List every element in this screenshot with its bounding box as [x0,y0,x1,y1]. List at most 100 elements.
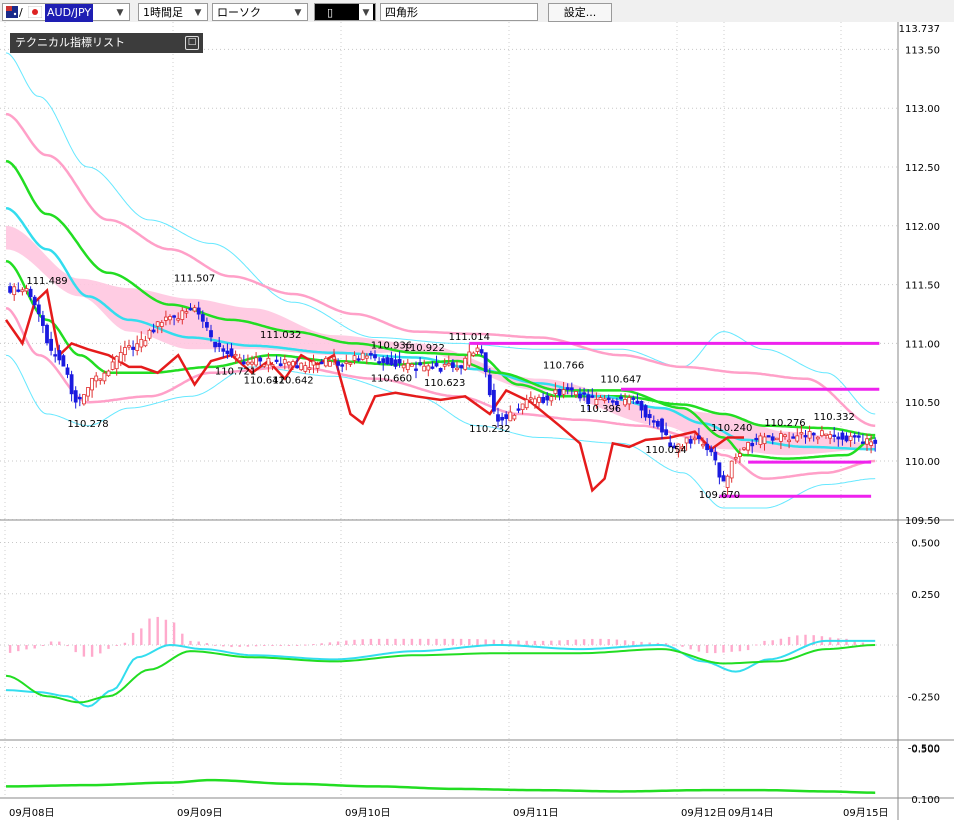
macd-histogram-bar [607,639,610,645]
y-tick-label: 111.50 [905,281,940,292]
macd-histogram-bar [238,645,241,647]
macd-histogram-bar [353,639,356,645]
candle-body [647,414,652,419]
candle-body [840,432,845,440]
candle-body [483,352,488,373]
candle-body [631,397,636,400]
australia-flag-icon [6,6,18,18]
candle-body [832,434,837,437]
candle-body [188,307,193,311]
x-axis-date-label: 09月15日 [843,807,888,819]
macd-histogram-bar [25,645,28,650]
candle-body [397,358,402,364]
macd-histogram-bar [304,644,307,646]
candle-body [262,364,267,367]
macd-histogram-bar [295,644,299,646]
y-tick-label: 113.00 [905,104,940,115]
chart-canvas: 113.737 113.50 113.00 112.50 112.00 111.50 111… [0,22,954,820]
currency-pair-select[interactable]: / AUD/JPY ▼ [2,3,130,22]
y-tick-label: 113.50 [905,45,940,56]
candle-body [742,447,746,450]
macd-histogram-bar [189,640,192,645]
macd-histogram-bar [558,640,561,645]
candle-body [692,437,697,441]
candle-body [196,307,201,315]
macd-histogram-bar [427,638,430,645]
macd-histogram-bar [123,642,127,645]
macd-histogram-bar [394,638,397,645]
candle-body [245,361,250,365]
candle-body [364,355,369,359]
macd-histogram-bar [312,644,315,646]
candle-body [356,358,361,361]
macd-histogram-bar [574,639,578,645]
macd-histogram-bar [336,641,340,645]
macd-histogram-bar [90,645,94,657]
candle-body [233,353,238,357]
candle-body [405,362,410,371]
candle-body [491,389,496,412]
candle-body [127,345,131,348]
candle-body [250,361,254,365]
price-label: 110.276 [764,418,805,429]
candle-body [168,316,172,321]
macd-histogram-bar [418,638,422,645]
price-label: 111.014 [449,332,490,343]
candle-body [114,356,119,370]
macd-histogram-bar [705,645,709,653]
candle-body [664,429,668,436]
macd-histogram-bar [181,633,184,645]
candle-body [770,436,775,441]
price-label: 110.240 [711,423,752,434]
candle-tool-icon: ▯ [327,6,334,19]
timeframe-select[interactable]: 1時間足 ▼ [138,3,208,21]
candle-body [639,400,644,411]
candle-body [738,453,742,457]
candle-body [307,367,312,370]
candle-body [471,352,476,356]
macd-histogram-bar [755,644,758,646]
drawing-tool-name[interactable]: 四角形 [380,3,538,21]
macd-histogram-bar [689,645,692,650]
chart-type-select[interactable]: ローソク ▼ [212,3,308,21]
candle-body [553,389,558,394]
macd-histogram-bar [17,645,20,652]
candle-body [824,433,828,436]
x-axis-date-label: 09月11日 [513,807,558,819]
candle-body [414,368,418,371]
macd-histogram-bar [345,640,348,645]
candle-body [106,370,111,377]
candle-body [861,441,865,444]
candle-body [635,400,640,404]
candle-body [856,435,861,438]
candle-body [295,365,300,369]
candle-body [557,388,562,396]
candle-body [709,448,714,453]
price-label: 110.332 [814,412,855,423]
candle-body [266,357,271,366]
pair-label: AUD/JPY [45,4,94,22]
chevron-down-icon: ▼ [359,4,373,20]
price-label: 110.623 [424,378,465,389]
candle-body [143,340,148,347]
panel-toggle-icon[interactable]: □ [185,36,199,50]
technical-indicator-panel[interactable]: テクニカル指標リスト □ [10,33,203,53]
candle-body [528,397,533,400]
settings-button[interactable]: 設定... [548,3,612,22]
macd-histogram-bar [230,645,233,648]
price-label: 111.507 [174,273,215,284]
candle-body [69,374,74,395]
macd-histogram-bar [8,645,12,653]
candle-body [590,395,595,398]
price-label: 110.232 [469,424,510,435]
macd-histogram-bar [787,636,791,645]
candle-body [565,387,570,390]
candle-body [684,437,689,444]
candle-body [282,359,287,364]
candle-body [12,286,17,296]
candle-body [159,322,164,327]
candle-body [184,311,189,314]
candle-body [475,347,480,352]
drawing-tool-icon-select[interactable]: ▯ ▼ [314,3,376,21]
candle-body [705,443,709,451]
